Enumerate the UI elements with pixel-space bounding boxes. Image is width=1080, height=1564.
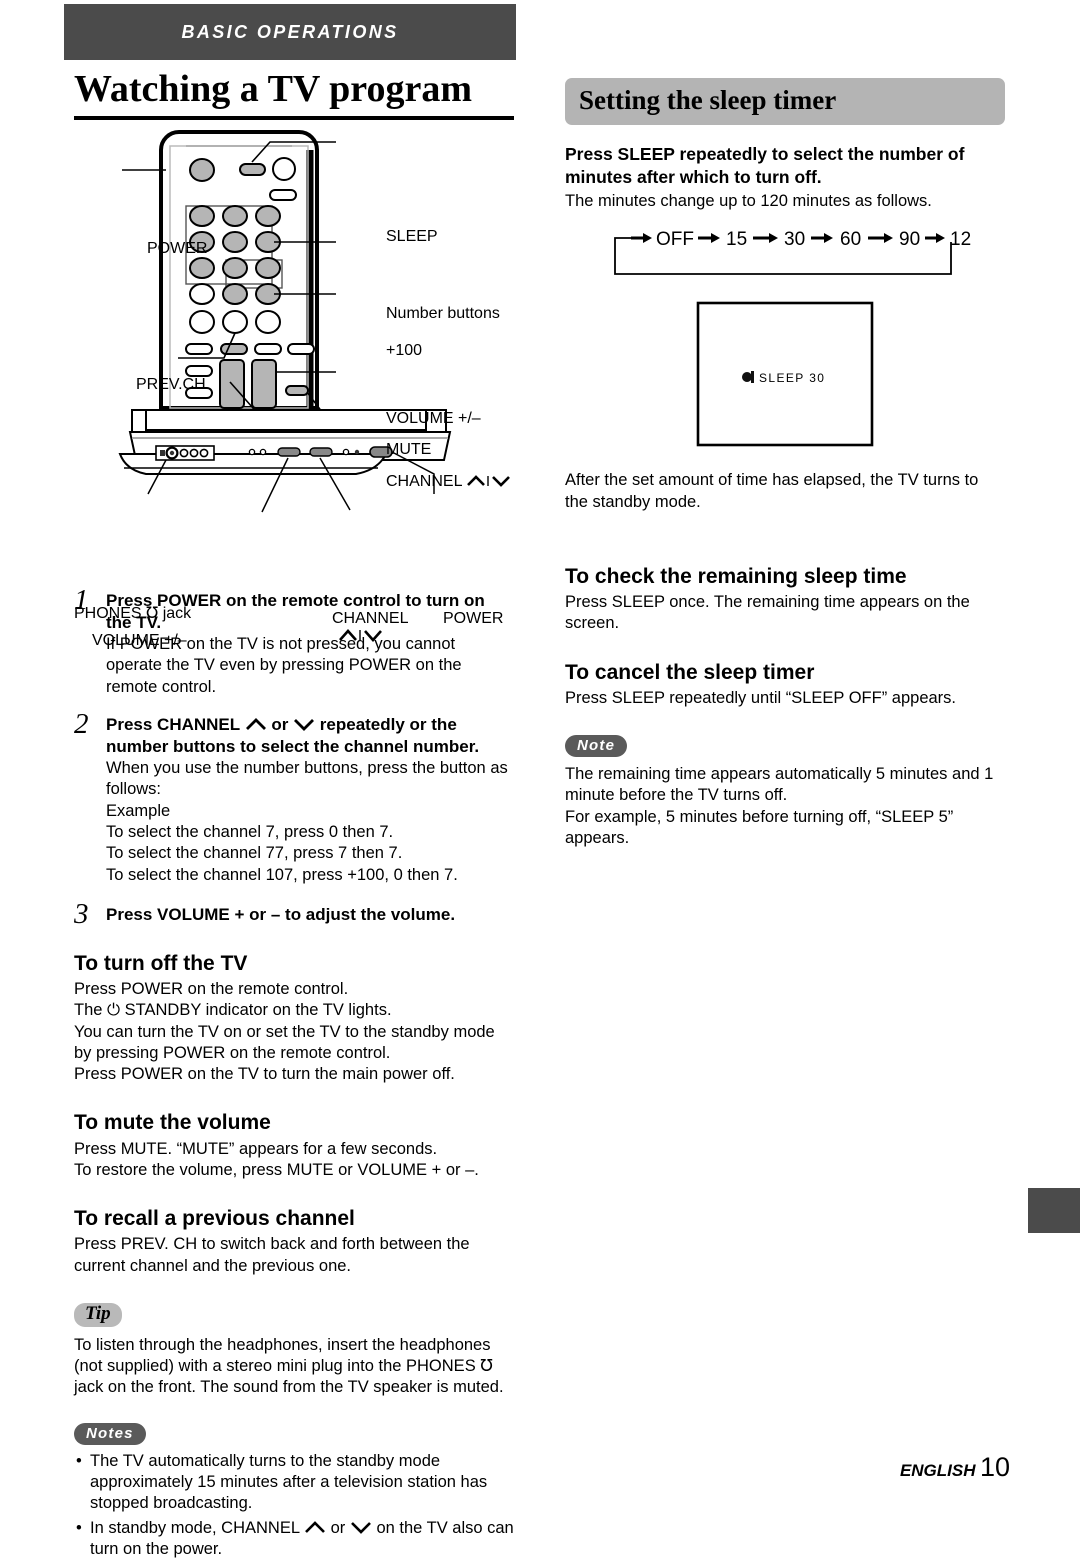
- step-3-title: Press VOLUME + or – to adjust the volume…: [106, 904, 456, 924]
- remote-side-pill-1[interactable]: [185, 364, 213, 377]
- step-2: 2 Press CHANNEL or repeatedly or the num…: [74, 709, 514, 886]
- remote-control-figure: [74, 120, 514, 420]
- remote-pill-button-1[interactable]: [185, 342, 213, 355]
- remote-round-button-1[interactable]: [189, 309, 215, 334]
- sleep-timer-lead: Press SLEEP repeatedly to select the num…: [565, 144, 965, 188]
- step-3-number: 3: [74, 897, 89, 930]
- turn-off-line-3: You can turn the TV on or set the TV to …: [74, 1022, 495, 1062]
- remote-callout-mute: MUTE: [386, 441, 432, 458]
- cycle-value-120: 120: [950, 229, 971, 250]
- remote-mute-button[interactable]: [285, 384, 309, 396]
- after-elapsed-text: After the set amount of time has elapsed…: [565, 471, 979, 511]
- remote-callout-sleep: SLEEP: [386, 228, 438, 245]
- heading-turn-off-tv: To turn off the TV: [74, 951, 248, 975]
- remote-aux-button[interactable]: [272, 156, 296, 181]
- heading-mute-volume: To mute the volume: [74, 1111, 271, 1135]
- remote-volume-rocker[interactable]: [251, 358, 277, 409]
- sleep-timer-lead-sub: The minutes change up to 120 minutes as …: [565, 192, 932, 211]
- sleep-timer-title: Setting the sleep timer: [565, 78, 1005, 125]
- note-badge: Note: [565, 735, 628, 758]
- cycle-value-90: 90: [899, 229, 920, 250]
- step-2-number: 2: [74, 707, 89, 740]
- turn-off-line-2: The ⏻ STANDBY indicator on the TV lights…: [74, 1001, 392, 1020]
- remote-plus100-button[interactable]: [222, 282, 248, 305]
- cycle-value-15: 15: [726, 229, 747, 250]
- channel-up-icon: [245, 717, 266, 730]
- heading-check-remaining: To check the remaining sleep time: [565, 565, 907, 589]
- step-1-title: Press POWER on the remote control to tur…: [106, 590, 485, 632]
- remote-power-button[interactable]: [189, 157, 215, 182]
- step-2-body-line-4: To select the channel 77, press 7 then 7…: [106, 844, 403, 863]
- cancel-timer-body: Press SLEEP repeatedly until “SLEEP OFF”…: [565, 688, 956, 707]
- tip-badge: Tip: [74, 1302, 122, 1327]
- note-line-1: The remaining time appears automatically…: [565, 765, 994, 805]
- mute-line-2: To restore the volume, press MUTE or VOL…: [74, 1160, 479, 1179]
- remote-prev-ch-pill[interactable]: [220, 342, 248, 355]
- check-remaining-body: Press SLEEP once. The remaining time app…: [565, 593, 970, 633]
- footer-language: ENGLISH: [899, 1461, 976, 1480]
- left-column: Watching a TV program POWER PREV.CH SLEE…: [74, 69, 514, 1564]
- cycle-value-60: 60: [840, 229, 861, 250]
- heading-cancel-timer: To cancel the sleep timer: [565, 660, 815, 684]
- notes-badge: Notes: [74, 1422, 146, 1445]
- page-footer: ENGLISH 10: [0, 1452, 1010, 1483]
- remote-callout-prev-ch: PREV.CH: [136, 376, 206, 393]
- step-1-number: 1: [74, 583, 89, 616]
- page-title: Watching a TV program: [74, 69, 514, 120]
- recall-line-1: Press PREV. CH to switch back and forth …: [74, 1235, 470, 1275]
- remote-round-button-3[interactable]: [255, 309, 281, 334]
- sleep-cycle-diagram: OFF 15 30 60 90 120: [603, 226, 1005, 284]
- tv-channel-button[interactable]: [309, 447, 333, 457]
- remote-display-button[interactable]: [269, 188, 297, 201]
- step-2-body-line-3: To select the channel 7, press 0 then 7.: [106, 822, 394, 841]
- turn-off-line-1: Press POWER on the remote control.: [74, 980, 349, 999]
- turn-off-line-4: Press POWER on the TV to turn the main p…: [74, 1065, 455, 1084]
- remote-callout-number-buttons: Number buttons: [386, 305, 500, 322]
- cycle-value-30: 30: [784, 229, 805, 250]
- section-banner: BASIC OPERATIONS: [64, 4, 516, 60]
- mute-line-1: Press MUTE. “MUTE” appears for a few sec…: [74, 1139, 438, 1158]
- remote-callout-channel: CHANNEL: [386, 473, 512, 491]
- tip-text: To listen through the headphones, insert…: [74, 1335, 504, 1397]
- step-3: 3 Press VOLUME + or – to adjust the volu…: [74, 899, 514, 928]
- remote-callout-power: POWER: [147, 240, 208, 257]
- section-banner-label: BASIC OPERATIONS: [181, 21, 399, 42]
- channel-down-icon: [294, 718, 315, 731]
- step-1-body: If POWER on the TV is not pressed, you c…: [106, 635, 462, 696]
- edge-tab-marker: [1028, 1188, 1080, 1233]
- right-column: Setting the sleep timer Press SLEEP repe…: [565, 78, 1005, 849]
- step-1: 1 Press POWER on the remote control to t…: [74, 585, 514, 698]
- step-2-body-line-2: Example: [106, 801, 171, 820]
- cycle-value-off: OFF: [656, 229, 694, 250]
- tv-phones-jack: [160, 449, 165, 456]
- footer-page-number: 10: [979, 1452, 1010, 1482]
- remote-callout-plus100: +100: [386, 342, 423, 359]
- tv-osd-text: SLEEP 30: [759, 371, 825, 385]
- heading-recall-channel: To recall a previous channel: [74, 1207, 355, 1231]
- remote-callout-volume: VOLUME +/–: [386, 410, 481, 427]
- remote-prev-ch-button[interactable]: [222, 309, 248, 334]
- remote-pill-button-3[interactable]: [254, 342, 282, 355]
- step-2-body-line-5: To select the channel 107, press +100, 0…: [106, 865, 458, 884]
- remote-pill-button-4[interactable]: [287, 342, 315, 355]
- tv-volume-button[interactable]: [277, 447, 301, 457]
- tv-screen-figure: SLEEP 30: [695, 300, 1005, 448]
- step-2-title: Press CHANNEL or repeatedly or the numbe…: [106, 714, 480, 757]
- remote-sleep-button[interactable]: [239, 162, 266, 176]
- note-item: In standby mode, CHANNEL or on the TV al…: [74, 1518, 514, 1560]
- step-2-body-line-1: When you use the number buttons, press t…: [106, 759, 508, 799]
- note-line-2: For example, 5 minutes before turning of…: [565, 807, 954, 847]
- channel-updown-icon: [467, 475, 511, 487]
- remote-zero-button[interactable]: [189, 282, 215, 305]
